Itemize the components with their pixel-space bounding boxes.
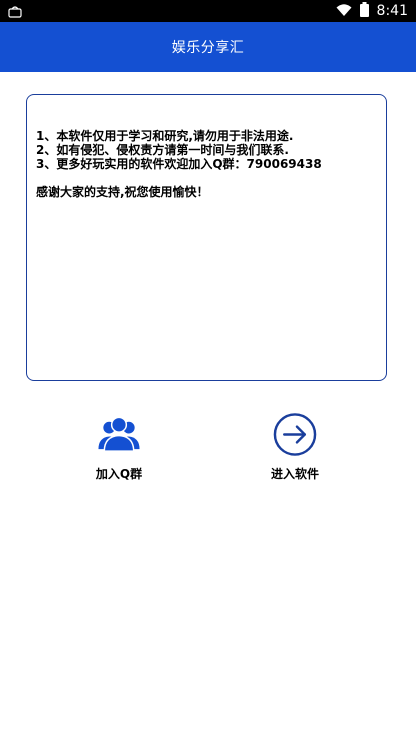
status-right: 8:41: [336, 0, 408, 22]
enter-app-label: 进入软件: [270, 467, 319, 481]
battery-icon: [359, 1, 369, 21]
notice-spacer: [36, 171, 377, 185]
enter-app-button[interactable]: 进入软件: [240, 412, 350, 482]
arrow-right-circle-icon: [273, 413, 317, 456]
notice-line-3: 3、更多好玩实用的软件欢迎加入Q群：790069438: [36, 157, 322, 171]
join-group-label: 加入Q群: [95, 467, 143, 481]
notice-thanks: 感谢大家的支持,祝您使用愉快！: [36, 185, 209, 199]
join-group-button[interactable]: 加入Q群: [64, 412, 174, 482]
status-bar: 8:41: [0, 0, 416, 22]
group-icon: [98, 416, 140, 452]
notice-box: 1、本软件仅用于学习和研究,请勿用于非法用途. 2、如有侵犯、侵权责方请第一时间…: [26, 94, 387, 381]
app-title: 娱乐分享汇: [171, 40, 245, 56]
notice-line-2: 2、如有侵犯、侵权责方请第一时间与我们联系.: [36, 143, 289, 157]
status-time: 8:41: [376, 3, 408, 19]
wifi-icon: [336, 2, 352, 21]
notification-icon: [8, 4, 22, 18]
app-bar: 娱乐分享汇: [0, 22, 416, 72]
notice-line-1: 1、本软件仅用于学习和研究,请勿用于非法用途.: [36, 129, 294, 143]
